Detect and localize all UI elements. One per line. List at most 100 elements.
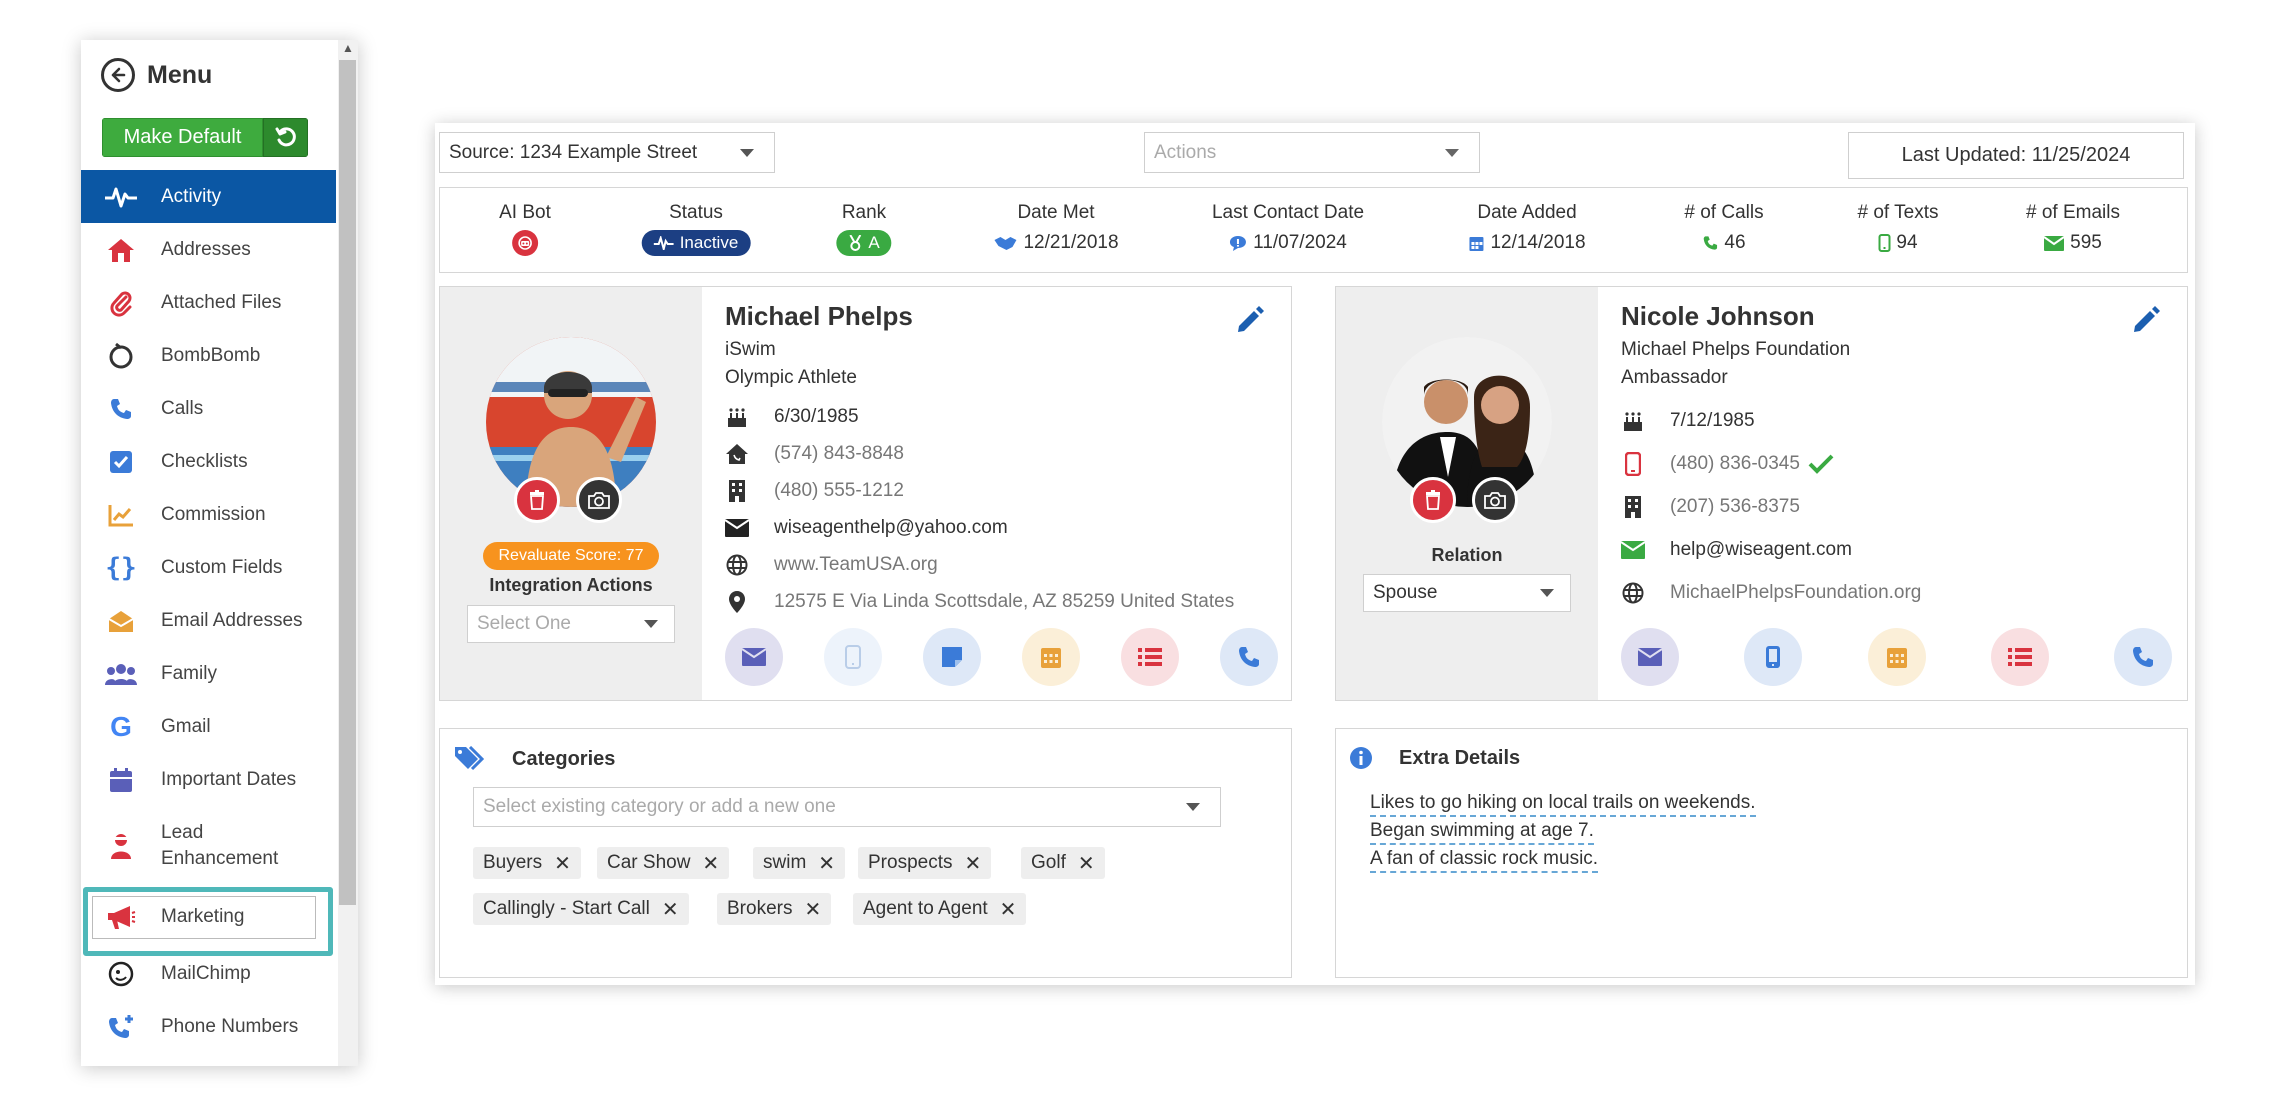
sidebar-item-attached-files[interactable]: Attached Files bbox=[81, 276, 336, 329]
extra-detail-line[interactable]: A fan of classic rock music. bbox=[1370, 846, 1599, 873]
task-list-action-button[interactable] bbox=[1121, 628, 1179, 686]
sidebar-item-family[interactable]: Family bbox=[81, 647, 336, 700]
back-arrow-icon[interactable] bbox=[101, 58, 135, 92]
note-action-button[interactable] bbox=[923, 628, 981, 686]
robot-icon[interactable] bbox=[512, 230, 538, 256]
sidebar-item-custom-fields[interactable]: {} Custom Fields bbox=[81, 541, 336, 594]
category-tag[interactable]: Car Show ✕ bbox=[597, 847, 730, 879]
remove-tag-icon[interactable]: ✕ bbox=[1000, 897, 1017, 922]
camera-photo-button[interactable] bbox=[1472, 477, 1518, 523]
last-contact-value: 11/07/2024 bbox=[1253, 232, 1347, 253]
mailchimp-icon bbox=[103, 959, 139, 989]
avatar[interactable] bbox=[1382, 337, 1552, 507]
call-action-button[interactable] bbox=[1220, 628, 1278, 686]
work-phone-row[interactable]: (480) 555-1212 bbox=[725, 479, 904, 503]
scrollbar-thumb[interactable] bbox=[339, 60, 356, 905]
website-row[interactable]: MichaelPhelpsFoundation.org bbox=[1621, 581, 1921, 605]
category-tag[interactable]: Agent to Agent ✕ bbox=[853, 893, 1027, 925]
category-tag[interactable]: Buyers ✕ bbox=[473, 847, 581, 879]
call-action-button[interactable] bbox=[2114, 628, 2172, 686]
remove-tag-icon[interactable]: ✕ bbox=[1078, 851, 1095, 876]
sidebar-item-calls[interactable]: Calls bbox=[81, 382, 336, 435]
remove-tag-icon[interactable]: ✕ bbox=[818, 851, 835, 876]
sidebar-item-label: Marketing bbox=[161, 905, 245, 927]
task-list-action-button[interactable] bbox=[1991, 628, 2049, 686]
remove-tag-icon[interactable]: ✕ bbox=[804, 897, 821, 922]
envelope-icon bbox=[742, 648, 766, 666]
category-tag[interactable]: Callingly - Start Call ✕ bbox=[473, 893, 689, 925]
sidebar-item-gmail[interactable]: G Gmail bbox=[81, 700, 336, 753]
menu-title: Menu bbox=[147, 60, 213, 89]
contact-title: Ambassador bbox=[1621, 367, 1728, 388]
sidebar-item-phone-numbers[interactable]: Phone Numbers bbox=[81, 1000, 336, 1053]
email-action-button[interactable] bbox=[725, 628, 783, 686]
edit-pencil-icon[interactable] bbox=[1235, 304, 1265, 334]
map-pin-icon bbox=[725, 590, 749, 614]
remove-tag-icon[interactable]: ✕ bbox=[964, 851, 981, 876]
text-action-button[interactable] bbox=[824, 628, 882, 686]
camera-icon bbox=[588, 492, 610, 509]
sidebar-item-lead-enhancement[interactable]: Lead Enhancement bbox=[81, 806, 336, 886]
remove-tag-icon[interactable]: ✕ bbox=[702, 851, 719, 876]
extra-detail-line[interactable]: Likes to go hiking on local trails on we… bbox=[1370, 790, 1756, 817]
actions-select[interactable]: Actions bbox=[1144, 132, 1480, 173]
relation-select-value: Spouse bbox=[1373, 582, 1438, 603]
make-default-group: Make Default bbox=[102, 118, 308, 157]
sidebar-item-activity[interactable]: Activity bbox=[81, 170, 336, 223]
sidebar-item-commission[interactable]: Commission bbox=[81, 488, 336, 541]
sidebar-item-addresses[interactable]: Addresses bbox=[81, 223, 336, 276]
calendar-action-button[interactable] bbox=[1868, 628, 1926, 686]
category-select[interactable]: Select existing category or add a new on… bbox=[473, 787, 1221, 827]
relation-select[interactable]: Spouse bbox=[1363, 574, 1571, 612]
sidebar-item-important-dates[interactable]: Important Dates bbox=[81, 753, 336, 806]
remove-tag-icon[interactable]: ✕ bbox=[662, 897, 679, 922]
camera-photo-button[interactable] bbox=[576, 477, 622, 523]
sidebar-item-email-addresses[interactable]: Email Addresses bbox=[81, 594, 336, 647]
integration-actions-select[interactable]: Select One bbox=[467, 605, 675, 643]
spouse-photo-area: Relation Spouse bbox=[1336, 287, 1598, 700]
avatar[interactable] bbox=[486, 337, 656, 507]
sidebar-item-label: Checklists bbox=[161, 450, 248, 472]
email-action-button[interactable] bbox=[1621, 628, 1679, 686]
stat-last-contact: Last Contact Date 11/07/2024 bbox=[1212, 202, 1364, 256]
email-row[interactable]: help@wiseagent.com bbox=[1621, 538, 1852, 562]
edit-pencil-icon[interactable] bbox=[2131, 304, 2161, 334]
sidebar-item-label: Phone Numbers bbox=[161, 1015, 299, 1037]
website-value: MichaelPhelpsFoundation.org bbox=[1670, 582, 1922, 603]
sidebar-item-checklists[interactable]: Checklists bbox=[81, 435, 336, 488]
status-badge[interactable]: Inactive bbox=[641, 230, 751, 256]
mobile-phone-row[interactable]: (480) 836-0345 bbox=[1621, 452, 1834, 476]
menu-header[interactable]: Menu bbox=[101, 57, 212, 93]
stat-ai-bot: AI Bot bbox=[499, 202, 551, 256]
make-default-button[interactable]: Make Default bbox=[102, 118, 263, 157]
address-row[interactable]: 12575 E Via Linda Scottsdale, AZ 85259 U… bbox=[725, 590, 1234, 614]
category-tag[interactable]: swim ✕ bbox=[753, 847, 846, 879]
website-row[interactable]: www.TeamUSA.org bbox=[725, 553, 938, 577]
activity-pulse-icon bbox=[103, 182, 139, 212]
extra-detail-line[interactable]: Began swimming at age 7. bbox=[1370, 818, 1594, 845]
rank-badge[interactable]: A bbox=[836, 230, 892, 256]
delete-photo-button[interactable] bbox=[1410, 477, 1456, 523]
work-phone-row[interactable]: (207) 536-8375 bbox=[1621, 495, 1800, 519]
reset-icon[interactable] bbox=[263, 118, 308, 157]
categories-title: Categories bbox=[512, 747, 616, 770]
text-action-button[interactable] bbox=[1744, 628, 1802, 686]
delete-photo-button[interactable] bbox=[514, 477, 560, 523]
email-row[interactable]: wiseagenthelp@yahoo.com bbox=[725, 516, 1008, 540]
revaluate-score-badge[interactable]: Revaluate Score: 77 bbox=[483, 542, 659, 570]
sidebar-item-bombbomb[interactable]: BombBomb bbox=[81, 329, 336, 382]
home-phone-value: (574) 843-8848 bbox=[774, 443, 904, 464]
remove-tag-icon[interactable]: ✕ bbox=[554, 851, 571, 876]
status-value: Inactive bbox=[679, 233, 739, 252]
calendar-action-button[interactable] bbox=[1022, 628, 1080, 686]
category-tag[interactable]: Prospects ✕ bbox=[858, 847, 992, 879]
home-phone-row[interactable]: (574) 843-8848 bbox=[725, 442, 904, 466]
source-select[interactable]: Source: 1234 Example Street bbox=[439, 132, 775, 173]
birthday-cake-icon bbox=[1621, 409, 1645, 433]
sidebar-scrollbar[interactable]: ▲ bbox=[338, 40, 358, 1066]
sidebar-item-marketing[interactable]: Marketing bbox=[81, 886, 336, 956]
category-tag[interactable]: Golf ✕ bbox=[1021, 847, 1105, 879]
category-tag[interactable]: Brokers ✕ bbox=[717, 893, 832, 925]
scroll-up-arrow-icon[interactable]: ▲ bbox=[342, 42, 354, 54]
phone-icon bbox=[103, 394, 139, 424]
